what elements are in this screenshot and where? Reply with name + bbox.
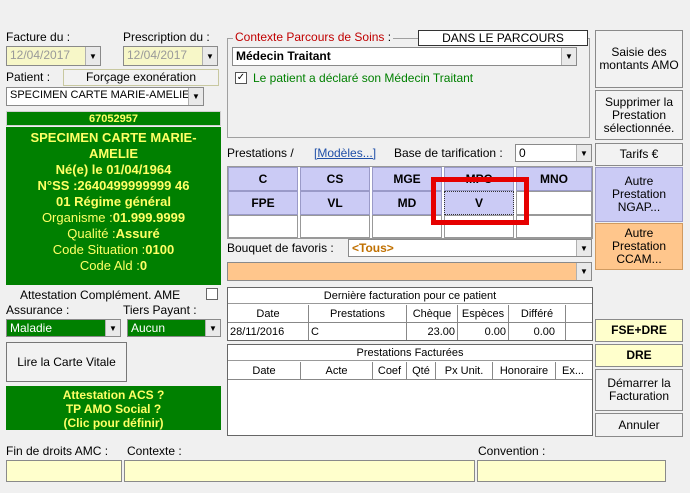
fin-droits-amc-field[interactable] <box>6 460 122 482</box>
contexte-field[interactable] <box>124 460 475 482</box>
prestation-tile-empty <box>228 215 298 238</box>
patient-card-line: AMELIE <box>88 146 139 161</box>
facture-date-value: 12/04/2017 <box>10 48 71 62</box>
patient-card-organisme: Organisme :01.999.9999 <box>41 210 186 225</box>
assurance-value: Maladie <box>10 321 53 335</box>
chevron-down-icon[interactable]: ▼ <box>202 47 217 65</box>
autre-prestation-ccam-button[interactable]: Autre Prestation CCAM... <box>595 223 683 270</box>
chevron-down-icon[interactable]: ▼ <box>576 145 591 161</box>
patient-card-code-situation: Code Situation :0100 <box>52 242 175 257</box>
column-header: Date <box>252 364 276 377</box>
column-header: Espèces <box>461 307 505 320</box>
acs-line: Attestation ACS ? <box>62 388 165 402</box>
prestation-tile-c[interactable]: C <box>228 167 298 191</box>
prestation-tile-cs[interactable]: CS <box>300 167 370 191</box>
acs-line: TP AMO Social ? <box>65 402 162 416</box>
table-cell: 23.00 <box>427 325 455 338</box>
v-highlight-box <box>431 177 529 225</box>
patient-card-number: 67052957 <box>6 111 221 126</box>
patient-select[interactable]: SPECIMEN CARTE MARIE-AMELIE ▼ <box>6 87 204 106</box>
attestation-acs-button[interactable]: Attestation ACS ? TP AMO Social ? (Clic … <box>6 386 221 430</box>
table-cell: 0.00 <box>533 325 555 338</box>
column-header: Honoraire <box>499 364 549 377</box>
prestation-tile-fpe[interactable]: FPE <box>228 191 298 215</box>
prescription-label: Prescription du : <box>123 30 210 44</box>
convention-field[interactable] <box>477 460 666 482</box>
tiers-payant-select[interactable]: Aucun ▼ <box>127 319 221 337</box>
medecin-traitant-value: Médecin Traitant <box>236 49 331 63</box>
modeles-link[interactable]: [Modèles...] <box>314 146 376 160</box>
column-header: Acte <box>325 364 348 377</box>
bouquet-value: <Tous> <box>352 241 394 255</box>
base-tarification-label: Base de tarification : <box>394 146 503 160</box>
derniere-facturation-title: Dernière facturation pour ce patient <box>228 288 592 304</box>
fin-droits-amc-label: Fin de droits AMC : <box>6 444 109 458</box>
fse-dre-button[interactable]: FSE+DRE <box>595 319 683 342</box>
column-header: Date <box>256 307 280 320</box>
facture-label: Facture du : <box>6 30 71 44</box>
supprimer-prestation-button[interactable]: Supprimer la Prestation sélectionnée. <box>595 90 683 140</box>
table-cell: 28/11/2016 <box>230 325 285 338</box>
prestation-tile-vl[interactable]: VL <box>300 191 370 215</box>
bouquet-label: Bouquet de favoris : <box>227 241 334 255</box>
dre-button[interactable]: DRE <box>595 344 683 367</box>
tiers-payant-value: Aucun <box>131 321 166 335</box>
patient-name-value: SPECIMEN CARTE MARIE-AMELIE <box>10 89 190 101</box>
chevron-down-icon[interactable]: ▼ <box>105 320 120 336</box>
annuler-button[interactable]: Annuler <box>595 413 683 437</box>
patient-card-nss: N°SS :2640499999999 46 <box>37 178 190 193</box>
table-cell: C <box>311 325 319 338</box>
column-header: Qté <box>412 364 430 377</box>
contexte-title: Contexte Parcours de Soins : <box>233 30 394 44</box>
prescription-date-field[interactable]: 12/04/2017 ▼ <box>123 46 218 66</box>
prescription-date-value: 12/04/2017 <box>127 48 188 62</box>
acs-line: (Clic pour définir) <box>63 416 164 430</box>
table-cell: 0.00 <box>484 325 506 338</box>
saisie-montants-amo-button[interactable]: Saisie des montants AMO <box>595 30 683 88</box>
medecin-declare-label: Le patient a déclaré son Médecin Traitan… <box>253 71 474 85</box>
base-tarification-value: 0 <box>519 146 526 160</box>
demarrer-facturation-button[interactable]: Démarrer la Facturation <box>595 369 683 411</box>
lire-carte-vitale-button[interactable]: Lire la Carte Vitale <box>6 342 127 382</box>
prestations-facturees-title: Prestations Facturées <box>228 345 592 361</box>
column-header: Prestations <box>329 307 386 320</box>
patient-card: SPECIMEN CARTE MARIE- AMELIE Né(e) le 01… <box>6 127 221 285</box>
facture-date-field[interactable]: 12/04/2017 ▼ <box>6 46 101 66</box>
contexte-footer-label: Contexte : <box>127 444 182 458</box>
chevron-down-icon[interactable]: ▼ <box>85 47 100 65</box>
tarifs-button[interactable]: Tarifs € <box>595 143 683 166</box>
chevron-down-icon[interactable]: ▼ <box>188 88 203 105</box>
patient-card-qualite: Qualité :Assuré <box>67 226 160 241</box>
base-tarification-select[interactable]: 0 ▼ <box>515 144 592 162</box>
chevron-down-icon[interactable]: ▼ <box>205 320 220 336</box>
patient-card-code-ald: Code Ald :0 <box>79 258 148 273</box>
patient-card-birth: Né(e) le 01/04/1964 <box>55 162 172 177</box>
tiers-payant-label: Tiers Payant : <box>123 303 197 317</box>
column-header: Ex... <box>561 364 584 377</box>
patient-card-line: SPECIMEN CARTE MARIE- <box>30 130 197 145</box>
patient-card-regime: 01 Régime général <box>56 194 171 209</box>
column-header: Différé <box>520 307 554 320</box>
medecin-declare-checkbox[interactable]: ✓ <box>235 72 247 84</box>
column-header: Chèque <box>412 307 452 320</box>
attestation-ame-checkbox[interactable] <box>206 288 218 300</box>
column-header: Px Unit. <box>444 364 484 377</box>
attestation-ame-label: Attestation Complément. AME <box>20 288 181 302</box>
convention-label: Convention : <box>478 444 546 458</box>
patient-label: Patient : <box>6 70 51 84</box>
chevron-down-icon[interactable]: ▼ <box>576 240 591 256</box>
parcours-badge: DANS LE PARCOURS <box>418 30 588 46</box>
autre-prestation-ngap-button[interactable]: Autre Prestation NGAP... <box>595 167 683 222</box>
assurance-select[interactable]: Maladie ▼ <box>6 319 121 337</box>
column-header: Coef <box>377 364 402 377</box>
prestations-label: Prestations / <box>227 146 294 160</box>
chevron-down-icon[interactable]: ▼ <box>576 263 591 280</box>
forcage-exoneration-button[interactable]: Forçage exonération <box>63 69 219 86</box>
prestation-tile-empty <box>300 215 370 238</box>
assurance-label: Assurance : <box>6 303 70 317</box>
chevron-down-icon[interactable]: ▼ <box>561 48 576 65</box>
medecin-traitant-select[interactable]: Médecin Traitant ▼ <box>232 47 577 66</box>
bouquet-select[interactable]: <Tous> ▼ <box>348 239 592 257</box>
favoris-select[interactable]: ▼ <box>227 262 592 281</box>
